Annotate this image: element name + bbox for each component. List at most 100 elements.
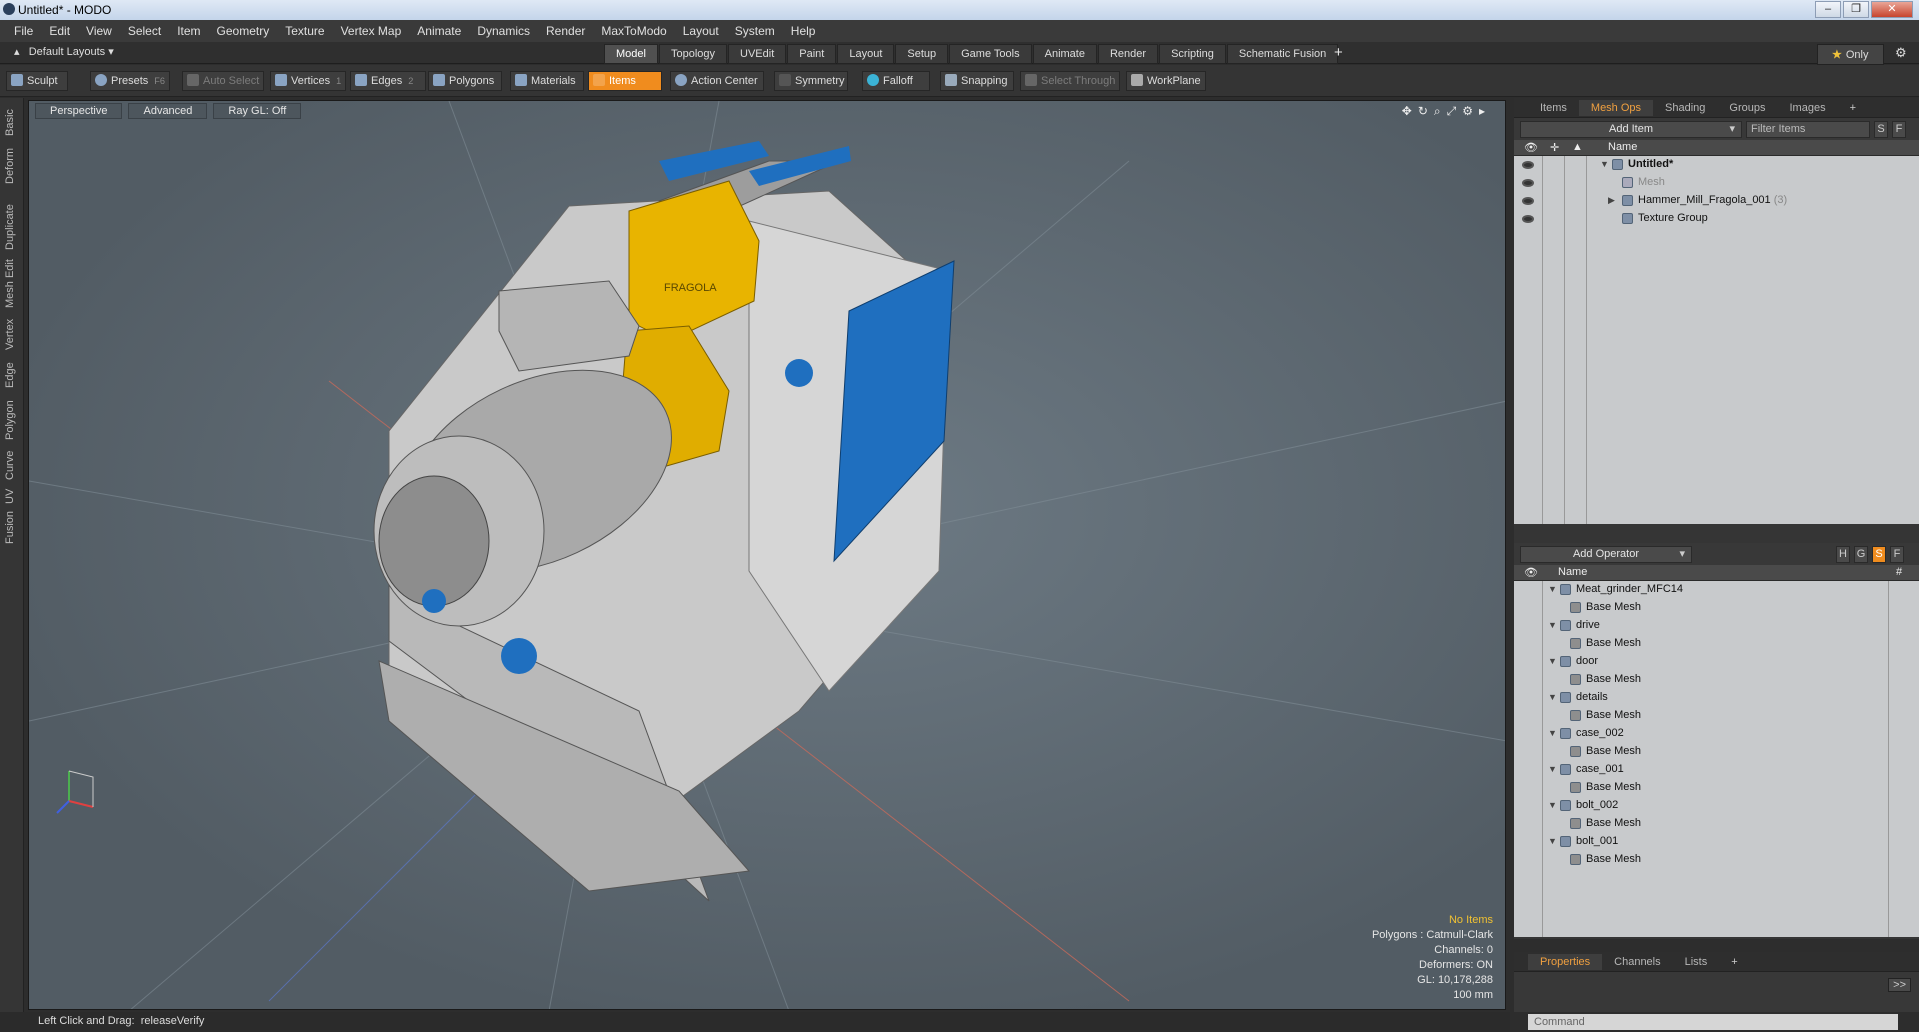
collapse-arrow-icon[interactable]: ▼ — [1548, 692, 1557, 702]
tab-layout[interactable]: Layout — [837, 44, 895, 64]
menu-render[interactable]: Render — [538, 24, 593, 38]
presets-button[interactable]: Presets F6 — [90, 71, 170, 91]
strip-mesh-edit[interactable]: Mesh Edit — [4, 259, 16, 308]
action-center-button[interactable]: Action Center — [670, 71, 764, 91]
mesh-op-row[interactable]: ▼ details — [1514, 689, 1919, 707]
tab-channels[interactable]: Channels — [1602, 954, 1672, 970]
gear-icon[interactable]: ⚙ — [1895, 45, 1907, 61]
strip-polygon[interactable]: Polygon — [4, 400, 16, 440]
items-button[interactable]: Items — [588, 71, 662, 91]
mesh-op-row[interactable]: ▼ case_002 — [1514, 725, 1919, 743]
tab-paint[interactable]: Paint — [787, 44, 837, 64]
tab-render[interactable]: Render — [1097, 44, 1159, 64]
only-toggle[interactable]: ★ Only — [1817, 44, 1884, 65]
collapse-arrow-icon[interactable]: ▼ — [1548, 584, 1557, 594]
tab-mesh-ops[interactable]: Mesh Ops — [1578, 99, 1654, 116]
menu-layout[interactable]: Layout — [675, 24, 727, 38]
tab-game-tools[interactable]: Game Tools — [949, 44, 1032, 64]
menu-help[interactable]: Help — [783, 24, 824, 38]
base-mesh-row[interactable]: Base Mesh — [1514, 707, 1919, 725]
shading-mode-dropdown[interactable]: Advanced — [128, 103, 208, 119]
collapse-arrow-icon[interactable]: ▼ — [1548, 800, 1557, 810]
base-mesh-row[interactable]: Base Mesh — [1514, 779, 1919, 797]
base-mesh-row[interactable]: Base Mesh — [1514, 599, 1919, 617]
add-panel-tab-icon[interactable]: + — [1719, 954, 1749, 970]
tab-groups[interactable]: Groups — [1717, 100, 1777, 116]
tab-images[interactable]: Images — [1778, 100, 1838, 116]
minimize-button[interactable]: – — [1815, 1, 1841, 18]
item-row-mesh[interactable]: Mesh — [1514, 174, 1919, 192]
collapse-arrow-icon[interactable]: ▼ — [1548, 836, 1557, 846]
menu-item[interactable]: Item — [169, 24, 208, 38]
sculpt-button[interactable]: Sculpt — [6, 71, 68, 91]
filter-g-button[interactable]: G — [1854, 546, 1868, 563]
falloff-button[interactable]: Falloff — [862, 71, 930, 91]
filter-f-button[interactable]: F — [1890, 546, 1904, 563]
menu-maxtomodo[interactable]: MaxToModo — [593, 24, 674, 38]
filter-items-input[interactable]: Filter Items — [1746, 121, 1870, 138]
mesh-op-row[interactable]: ▼ bolt_002 — [1514, 797, 1919, 815]
menu-system[interactable]: System — [727, 24, 783, 38]
edges-button[interactable]: Edges 2 — [350, 71, 426, 91]
close-button[interactable]: ✕ — [1871, 1, 1913, 18]
strip-vertex[interactable]: Vertex — [4, 319, 16, 350]
base-mesh-row[interactable]: Base Mesh — [1514, 851, 1919, 869]
collapse-arrow-icon[interactable]: ▼ — [1600, 159, 1609, 169]
strip-fusion[interactable]: Fusion — [4, 511, 16, 544]
snapping-button[interactable]: Snapping — [940, 71, 1014, 91]
mesh-op-row[interactable]: ▼ bolt_001 — [1514, 833, 1919, 851]
strip-deform[interactable]: Deform — [4, 148, 16, 184]
menu-file[interactable]: File — [6, 24, 41, 38]
mesh-op-row[interactable]: ▼ case_001 — [1514, 761, 1919, 779]
collapse-arrow-icon[interactable]: ▼ — [1548, 764, 1557, 774]
mesh-op-row[interactable]: ▼ drive — [1514, 617, 1919, 635]
item-row-texture-group[interactable]: Texture Group — [1514, 210, 1919, 228]
tab-animate[interactable]: Animate — [1032, 44, 1097, 64]
collapse-arrow-icon[interactable]: ▼ — [1548, 656, 1557, 666]
filter-s-button[interactable]: S — [1872, 546, 1886, 563]
menu-geometry[interactable]: Geometry — [209, 24, 278, 38]
symmetry-button[interactable]: Symmetry — [774, 71, 848, 91]
menu-vertex-map[interactable]: Vertex Map — [333, 24, 410, 38]
menu-edit[interactable]: Edit — [41, 24, 78, 38]
tab-setup[interactable]: Setup — [895, 44, 949, 64]
strip-curve[interactable]: Curve — [4, 451, 16, 480]
tab-model[interactable]: Model — [604, 44, 658, 64]
add-tab-icon[interactable]: + — [1334, 44, 1343, 61]
tab-scripting[interactable]: Scripting — [1159, 44, 1226, 64]
filter-h-button[interactable]: H — [1836, 546, 1850, 563]
visibility-eye-icon[interactable] — [1522, 215, 1534, 223]
tab-lists[interactable]: Lists — [1673, 954, 1720, 970]
item-row-untitled[interactable]: ▼ Untitled* — [1514, 156, 1919, 174]
add-item-button[interactable]: Add Item ▾ — [1520, 121, 1742, 138]
collapse-arrow-icon[interactable]: ▼ — [1548, 620, 1557, 630]
visibility-eye-icon[interactable] — [1522, 197, 1534, 205]
mesh-op-row[interactable]: ▼ Meat_grinder_MFC14 — [1514, 581, 1919, 599]
tab-uvedit[interactable]: UVEdit — [728, 44, 787, 64]
tab-shading[interactable]: Shading — [1653, 100, 1717, 116]
expand-arrow-icon[interactable]: ▶ — [1608, 195, 1615, 206]
base-mesh-row[interactable]: Base Mesh — [1514, 635, 1919, 653]
auto-select-button[interactable]: Auto Select — [182, 71, 264, 91]
item-row-hammer-mill[interactable]: ▶ Hammer_Mill_Fragola_001 (3) — [1514, 192, 1919, 210]
menu-dynamics[interactable]: Dynamics — [469, 24, 538, 38]
tab-items[interactable]: Items — [1528, 100, 1579, 116]
base-mesh-row[interactable]: Base Mesh — [1514, 815, 1919, 833]
menu-select[interactable]: Select — [120, 24, 169, 38]
tab-topology[interactable]: Topology — [658, 44, 728, 64]
base-mesh-row[interactable]: Base Mesh — [1514, 743, 1919, 761]
collapse-arrow-icon[interactable]: ▼ — [1548, 728, 1557, 738]
raygl-toggle[interactable]: Ray GL: Off — [213, 103, 302, 119]
mesh-op-row[interactable]: ▼ door — [1514, 653, 1919, 671]
strip-uv[interactable]: UV — [4, 489, 16, 504]
filter-f-button[interactable]: F — [1892, 121, 1906, 138]
tab-properties[interactable]: Properties — [1528, 953, 1603, 970]
strip-basic[interactable]: Basic — [4, 109, 16, 136]
visibility-eye-icon[interactable] — [1522, 161, 1534, 169]
view-mode-dropdown[interactable]: Perspective — [35, 103, 123, 119]
add-panel-tab-icon[interactable]: + — [1838, 100, 1868, 116]
strip-edge[interactable]: Edge — [4, 362, 16, 388]
3d-viewport[interactable]: FRAGOLA Perspective Advanced Ray GL: Off… — [28, 100, 1506, 1010]
add-operator-button[interactable]: Add Operator ▾ — [1520, 546, 1692, 563]
menu-view[interactable]: View — [78, 24, 120, 38]
